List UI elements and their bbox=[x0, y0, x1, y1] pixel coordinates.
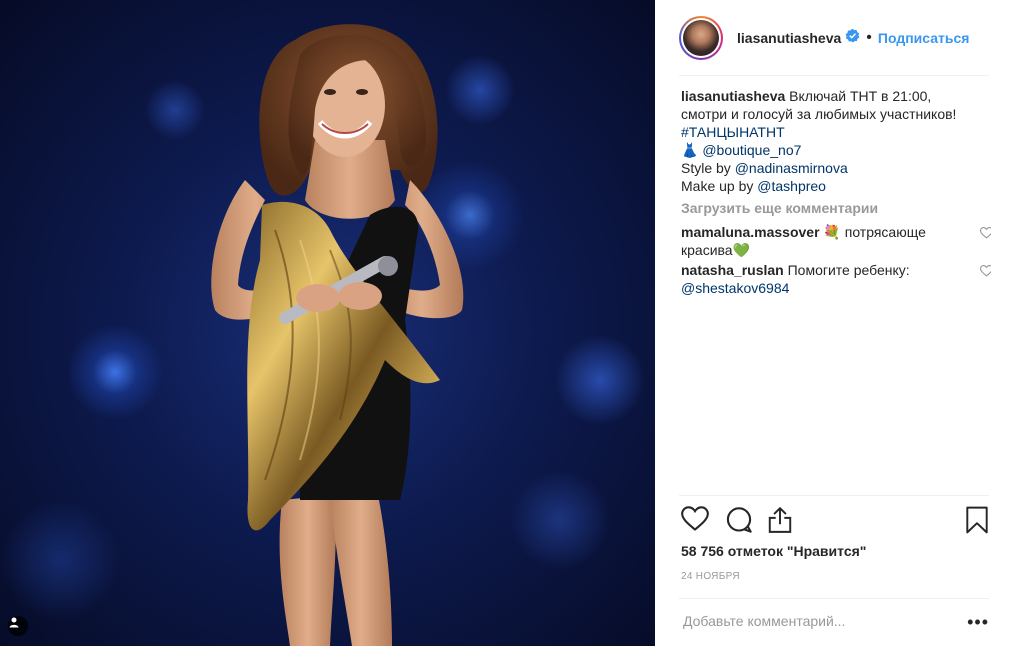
makeup-prefix: Make up by bbox=[681, 178, 758, 194]
bookmark-icon[interactable] bbox=[965, 506, 989, 539]
comment-mention[interactable]: @shestakov6984 bbox=[681, 279, 961, 297]
photo-illustration bbox=[211, 24, 464, 646]
caption-line-2: смотри и голосуй за любимых участников! bbox=[681, 106, 957, 122]
comment-like-heart-icon[interactable] bbox=[979, 263, 991, 281]
caption-line-1: Включай ТНТ в 21:00, bbox=[789, 88, 932, 104]
comment-input[interactable] bbox=[681, 612, 955, 630]
person-tag-icon[interactable] bbox=[8, 616, 28, 636]
caption-hashtag[interactable]: #ТАНЦЫНАТНТ bbox=[681, 123, 991, 141]
style-mention[interactable]: @nadinasmirnova bbox=[735, 160, 848, 176]
style-prefix: Style by bbox=[681, 160, 735, 176]
comment-text-2: красива bbox=[681, 242, 733, 258]
post-header: liasanutiasheva • Подписаться bbox=[679, 0, 989, 76]
comments-list: liasanutiasheva Включай ТНТ в 21:00, смо… bbox=[681, 87, 991, 301]
comment-text: потрясающе bbox=[844, 224, 926, 240]
post-side-panel: liasanutiasheva • Подписаться liasanutia… bbox=[655, 0, 1013, 646]
header-username[interactable]: liasanutiasheva bbox=[737, 30, 841, 46]
load-more-comments-button[interactable]: Загрузить еще комментарии bbox=[681, 199, 991, 217]
follow-button[interactable]: Подписаться bbox=[878, 30, 970, 46]
comment-like-heart-icon[interactable] bbox=[979, 225, 991, 243]
heart-icon[interactable] bbox=[681, 506, 709, 537]
more-options-icon[interactable]: ••• bbox=[967, 612, 989, 633]
add-comment-bar: ••• bbox=[679, 598, 989, 647]
comment-username[interactable]: natasha_ruslan bbox=[681, 262, 784, 278]
makeup-mention[interactable]: @tashpreo bbox=[757, 178, 826, 194]
list-item: natasha_ruslan Помогите ребенку: @shesta… bbox=[681, 261, 991, 297]
action-bar bbox=[679, 495, 989, 546]
comment-username[interactable]: mamaluna.massover bbox=[681, 224, 820, 240]
caption: liasanutiasheva Включай ТНТ в 21:00, смо… bbox=[681, 87, 991, 195]
comment-icon[interactable] bbox=[725, 506, 753, 539]
boutique-mention[interactable]: @boutique_no7 bbox=[702, 142, 801, 158]
post-date: 24 НОЯБРЯ bbox=[681, 571, 740, 582]
likes-count[interactable]: 58 756 отметок "Нравится" bbox=[681, 543, 866, 559]
avatar[interactable] bbox=[679, 15, 723, 60]
caption-username[interactable]: liasanutiasheva bbox=[681, 88, 785, 104]
comment-text: Помогите ребенку: bbox=[787, 262, 910, 278]
comment-emoji-2: 💚 bbox=[732, 242, 751, 258]
comment-emoji: 💐 bbox=[823, 224, 841, 240]
share-icon[interactable] bbox=[767, 506, 793, 539]
header-separator: • bbox=[866, 28, 872, 46]
list-item: mamaluna.massover 💐 потрясающе красива💚 bbox=[681, 223, 991, 259]
verified-badge-icon bbox=[845, 28, 860, 48]
dress-emoji: 👗 bbox=[681, 142, 699, 158]
post-photo[interactable] bbox=[0, 0, 655, 646]
